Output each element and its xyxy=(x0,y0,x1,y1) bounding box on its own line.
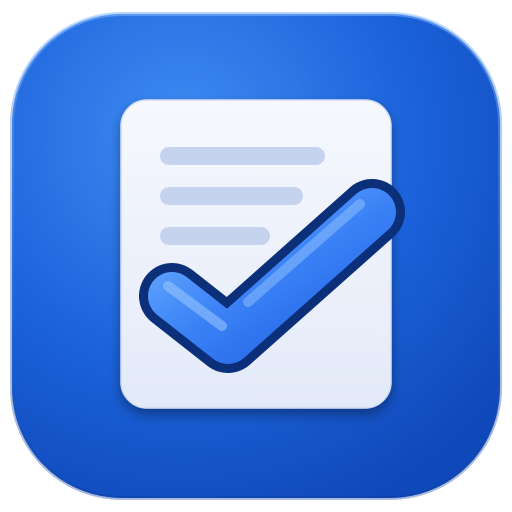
text-line-1 xyxy=(160,147,325,165)
app-icon-stage xyxy=(0,0,512,512)
text-line-3 xyxy=(160,227,270,245)
text-line-2 xyxy=(160,187,303,205)
document-checklist-app-icon xyxy=(10,12,502,500)
